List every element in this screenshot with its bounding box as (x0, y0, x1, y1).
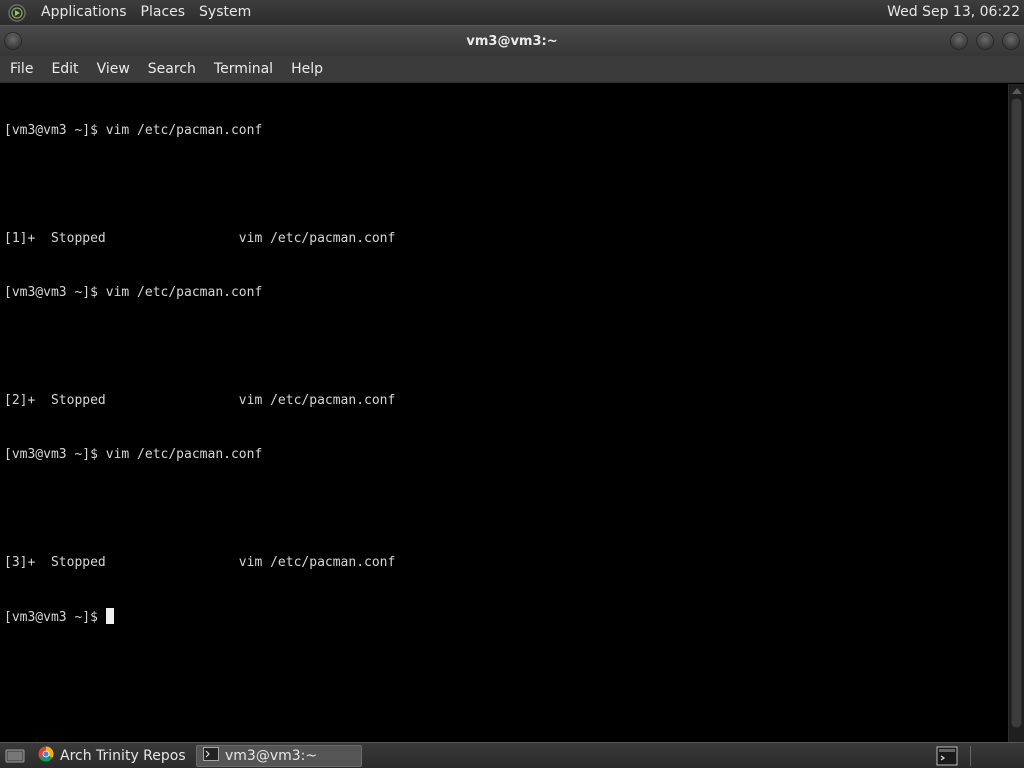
terminal-line: [1]+ Stopped vim /etc/pacman.conf (4, 231, 396, 246)
window-title: vm3@vm3:~ (466, 33, 558, 49)
task-label: Arch Trinity Reposit... (60, 747, 186, 764)
task-terminal[interactable]: vm3@vm3:~ (196, 744, 362, 767)
show-desktop-icon[interactable] (2, 744, 28, 768)
terminal-icon (203, 746, 219, 765)
clock[interactable]: Wed Sep 13, 06:22 (887, 0, 1020, 25)
task-label: vm3@vm3:~ (225, 747, 318, 764)
text-cursor (105, 608, 114, 624)
terminal-prompt: [vm3@vm3 ~]$ (4, 610, 106, 625)
terminal-line: [2]+ Stopped vim /etc/pacman.conf (4, 393, 396, 408)
places-menu[interactable]: Places (134, 0, 193, 25)
window-menu-button[interactable] (4, 32, 22, 50)
close-button[interactable] (1002, 32, 1020, 50)
terminal-output[interactable]: [vm3@vm3 ~]$ vim /etc/pacman.conf [1]+ S… (0, 84, 1008, 742)
menu-view[interactable]: View (87, 56, 138, 83)
terminal-prompt-line[interactable]: [vm3@vm3 ~]$ (4, 608, 1004, 626)
applications-menu[interactable]: Applications (34, 0, 134, 25)
menu-search[interactable]: Search (138, 56, 204, 83)
top-panel: Applications Places System Wed Sep 13, 0… (0, 0, 1024, 25)
menu-edit[interactable]: Edit (41, 56, 86, 83)
tray-separator (970, 746, 971, 766)
terminal-scrollbar[interactable] (1008, 84, 1024, 742)
menu-help[interactable]: Help (281, 56, 331, 83)
terminal-line: [vm3@vm3 ~]$ vim /etc/pacman.conf (4, 123, 263, 138)
scrollbar-thumb[interactable] (1011, 98, 1022, 728)
tde-logo-icon[interactable] (7, 3, 27, 23)
window-title-bar[interactable]: vm3@vm3:~ (0, 25, 1024, 56)
maximize-button[interactable] (976, 32, 994, 50)
minimize-button[interactable] (950, 32, 968, 50)
menu-file[interactable]: File (0, 56, 41, 83)
menu-terminal[interactable]: Terminal (204, 56, 281, 83)
taskbar: Arch Trinity Reposit... vm3@vm3:~ (0, 742, 1024, 768)
chrome-icon (38, 746, 54, 766)
task-chrome[interactable]: Arch Trinity Reposit... (32, 745, 192, 767)
system-menu[interactable]: System (192, 0, 258, 25)
terminal-line: [vm3@vm3 ~]$ vim /etc/pacman.conf (4, 285, 263, 300)
terminal-line: [vm3@vm3 ~]$ vim /etc/pacman.conf (4, 447, 263, 462)
terminal-line: [3]+ Stopped vim /etc/pacman.conf (4, 555, 396, 570)
scroll-up-icon[interactable] (1012, 88, 1022, 94)
tray-terminal-icon[interactable] (936, 746, 958, 766)
terminal-menu-bar: File Edit View Search Terminal Help (0, 56, 1024, 83)
